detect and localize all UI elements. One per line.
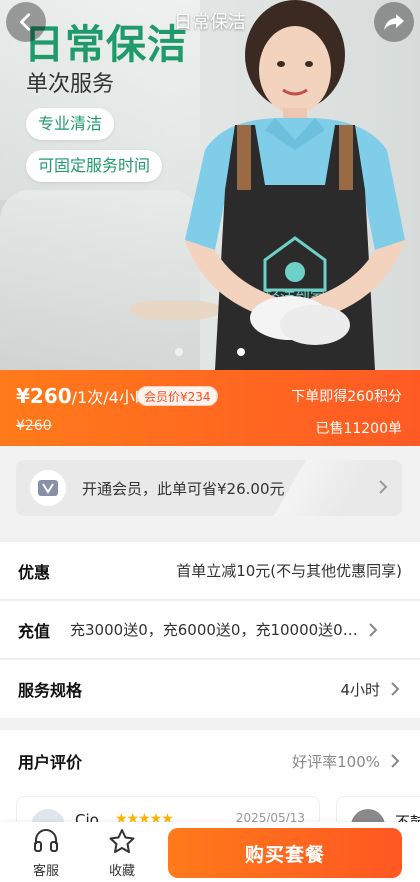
back-button[interactable]: [6, 2, 46, 42]
share-button[interactable]: [374, 2, 414, 42]
star-outline-icon: [109, 829, 135, 853]
price-bar: ¥260/1次/4小时 会员价¥234 ¥260 下单即得260积分 已售112…: [0, 370, 420, 446]
recharge-row[interactable]: 充值 充3000送0，充6000送0，充10000送0…: [0, 601, 420, 659]
points-text: 下单即得260积分: [291, 389, 402, 405]
carousel-dot-active[interactable]: [237, 348, 245, 356]
member-price-badge: 会员价¥234: [137, 386, 218, 406]
spec-value: 4小时: [340, 680, 380, 699]
membership-text: 开通会员，此单可省¥26.00元: [82, 480, 285, 498]
recharge-label: 充值: [18, 621, 51, 641]
page-title: 日常保洁: [174, 12, 246, 33]
carousel-dot[interactable]: [175, 348, 183, 356]
hero-tag: 专业清洁: [26, 108, 115, 140]
share-arrow-icon: [384, 14, 404, 30]
favorite-button[interactable]: 收藏: [92, 828, 152, 879]
recharge-value: 充3000送0，充6000送0，充10000送0…: [70, 621, 358, 639]
hero-tag: 可固定服务时间: [26, 150, 163, 182]
original-price: ¥260: [16, 418, 52, 434]
customer-service-button[interactable]: 客服: [16, 828, 76, 879]
hero-subtitle: 单次服务: [26, 72, 115, 97]
price-value: ¥260: [16, 384, 72, 408]
price: ¥260/1次/4小时: [16, 384, 151, 408]
favorite-label: 收藏: [108, 864, 135, 879]
vip-icon: [30, 470, 66, 506]
discount-label: 优惠: [18, 562, 51, 582]
reviews-label: 用户评价: [18, 753, 83, 772]
discount-value: 首单立减10元(不与其他优惠同享): [176, 562, 402, 580]
chevron-left-icon: [20, 13, 31, 31]
sold-count: 已售11200单: [315, 421, 402, 437]
chevron-right-icon: [391, 754, 400, 768]
cleaner-photo: 轻洁到家: [185, 0, 405, 370]
chevron-right-icon: [369, 622, 378, 637]
reviews-header-row[interactable]: 用户评价 好评率100%: [0, 730, 420, 792]
bottom-action-bar: 客服 收藏 购买套餐: [0, 822, 420, 882]
headset-icon: [34, 829, 58, 852]
carousel-dots: [0, 348, 420, 356]
membership-card[interactable]: 开通会员，此单可省¥26.00元: [16, 460, 402, 516]
chevron-right-icon: [391, 682, 400, 696]
buy-package-button[interactable]: 购买套餐: [168, 828, 402, 878]
discount-row[interactable]: 优惠 首单立减10元(不与其他优惠同享): [0, 542, 420, 600]
spec-row[interactable]: 服务规格 4小时: [0, 660, 420, 718]
chevron-right-icon: [379, 480, 388, 494]
hero-banner: 轻洁到家 日常保洁 单次服务 专业清洁 可固定服务时间 日常保洁: [0, 0, 420, 370]
spec-label: 服务规格: [18, 681, 83, 700]
customer-service-label: 客服: [32, 864, 59, 879]
positive-rate: 好评率100%: [292, 752, 380, 771]
